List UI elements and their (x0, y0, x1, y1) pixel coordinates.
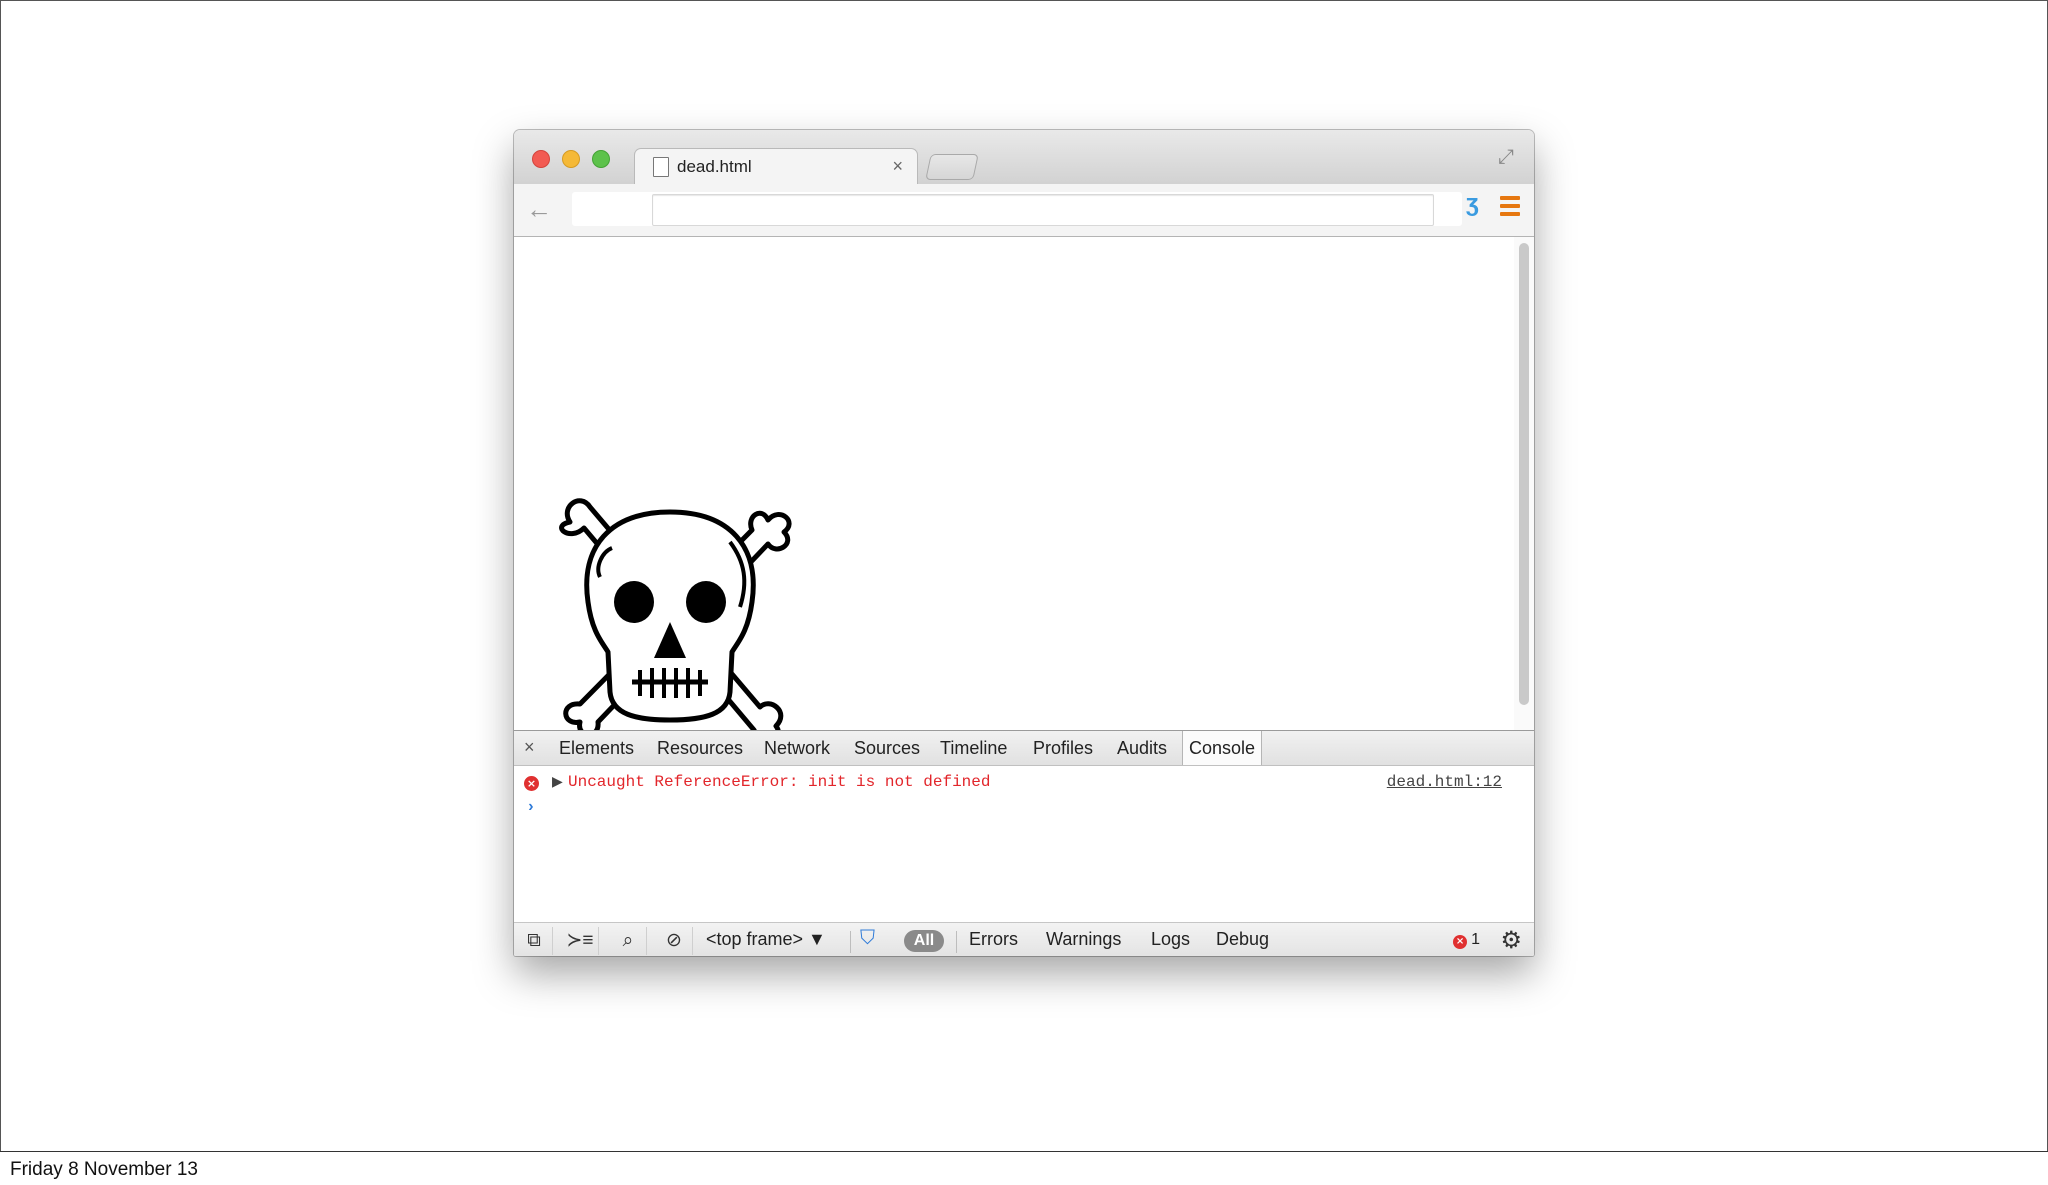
browser-window: dead.html × ⤢ ← ʒ × Elements Resources N… (514, 130, 1534, 956)
devtools-panel: × Elements Resources Network Sources Tim… (514, 730, 1534, 956)
prompt-icon: › (526, 798, 536, 816)
browser-toolbar: ← ʒ (514, 184, 1534, 237)
tab-title: dead.html (677, 157, 752, 176)
error-count-badge[interactable]: × 1 (1453, 931, 1480, 949)
tab-close-icon[interactable]: × (892, 156, 903, 177)
tab-sources[interactable]: Sources (854, 738, 920, 759)
page-viewport (514, 237, 1514, 742)
separator (850, 931, 851, 953)
devtools-status-bar: ⧉ ≻≡ ⌕ ⊘ <top frame> ▼ ⛉ All Errors Warn… (514, 922, 1534, 956)
error-text: Uncaught ReferenceError: init is not def… (568, 773, 991, 791)
error-icon: × (524, 776, 539, 791)
extension-icon[interactable]: ʒ (1466, 190, 1479, 218)
back-arrow-icon[interactable]: ← (526, 194, 552, 225)
tab-audits[interactable]: Audits (1117, 738, 1167, 759)
tab-network[interactable]: Network (764, 738, 830, 759)
gear-icon[interactable]: ⚙ (1500, 926, 1522, 955)
title-bar: dead.html × ⤢ (514, 130, 1534, 185)
search-icon[interactable]: ⌕ (610, 927, 647, 955)
window-maximize-icon[interactable] (592, 150, 610, 168)
address-bar[interactable] (572, 192, 1462, 226)
fullscreen-icon[interactable]: ⤢ (1498, 146, 1514, 169)
skull-crossbones-image (559, 498, 792, 742)
console-error-message[interactable]: × ▶ Uncaught ReferenceError: init is not… (514, 773, 1534, 797)
devtools-close-icon[interactable]: × (524, 737, 535, 758)
tab-elements[interactable]: Elements (559, 738, 634, 759)
frame-select[interactable]: <top frame> ▼ (706, 929, 826, 950)
separator (956, 931, 957, 953)
window-close-icon[interactable] (532, 150, 550, 168)
vertical-scrollbar[interactable] (1514, 237, 1534, 730)
console-prompt[interactable]: › (514, 798, 1534, 822)
error-source-link[interactable]: dead.html:12 (1387, 773, 1502, 791)
tab-profiles[interactable]: Profiles (1033, 738, 1093, 759)
address-input[interactable] (652, 194, 1434, 226)
footer-date: Friday 8 November 13 (10, 1159, 198, 1180)
filter-logs[interactable]: Logs (1151, 929, 1190, 950)
new-tab-button[interactable] (925, 154, 979, 180)
clear-icon[interactable]: ⊘ (656, 927, 693, 955)
error-count-icon: × (1453, 935, 1468, 949)
filter-icon[interactable]: ⛉ (860, 927, 875, 950)
tab-dead-html[interactable]: dead.html × (634, 148, 918, 185)
filter-all-button[interactable]: All (904, 930, 944, 952)
window-minimize-icon[interactable] (562, 150, 580, 168)
slide-footer: Friday 8 November 13 (0, 1151, 2048, 1185)
expand-arrow-icon[interactable]: ▶ (552, 774, 563, 790)
tab-resources[interactable]: Resources (657, 738, 743, 759)
menu-icon[interactable] (1500, 196, 1520, 216)
error-count: 1 (1471, 931, 1480, 948)
filter-warnings[interactable]: Warnings (1046, 929, 1121, 950)
dock-icon[interactable]: ⧉ (516, 927, 553, 955)
scrollbar-thumb[interactable] (1519, 243, 1529, 705)
devtools-tab-bar: × Elements Resources Network Sources Tim… (514, 731, 1534, 766)
filter-debug[interactable]: Debug (1216, 929, 1269, 950)
console-drawer-icon[interactable]: ≻≡ (562, 927, 599, 955)
filter-errors[interactable]: Errors (969, 929, 1018, 950)
file-icon (653, 157, 669, 177)
tab-console[interactable]: Console (1182, 731, 1263, 765)
tab-timeline[interactable]: Timeline (940, 738, 1007, 759)
